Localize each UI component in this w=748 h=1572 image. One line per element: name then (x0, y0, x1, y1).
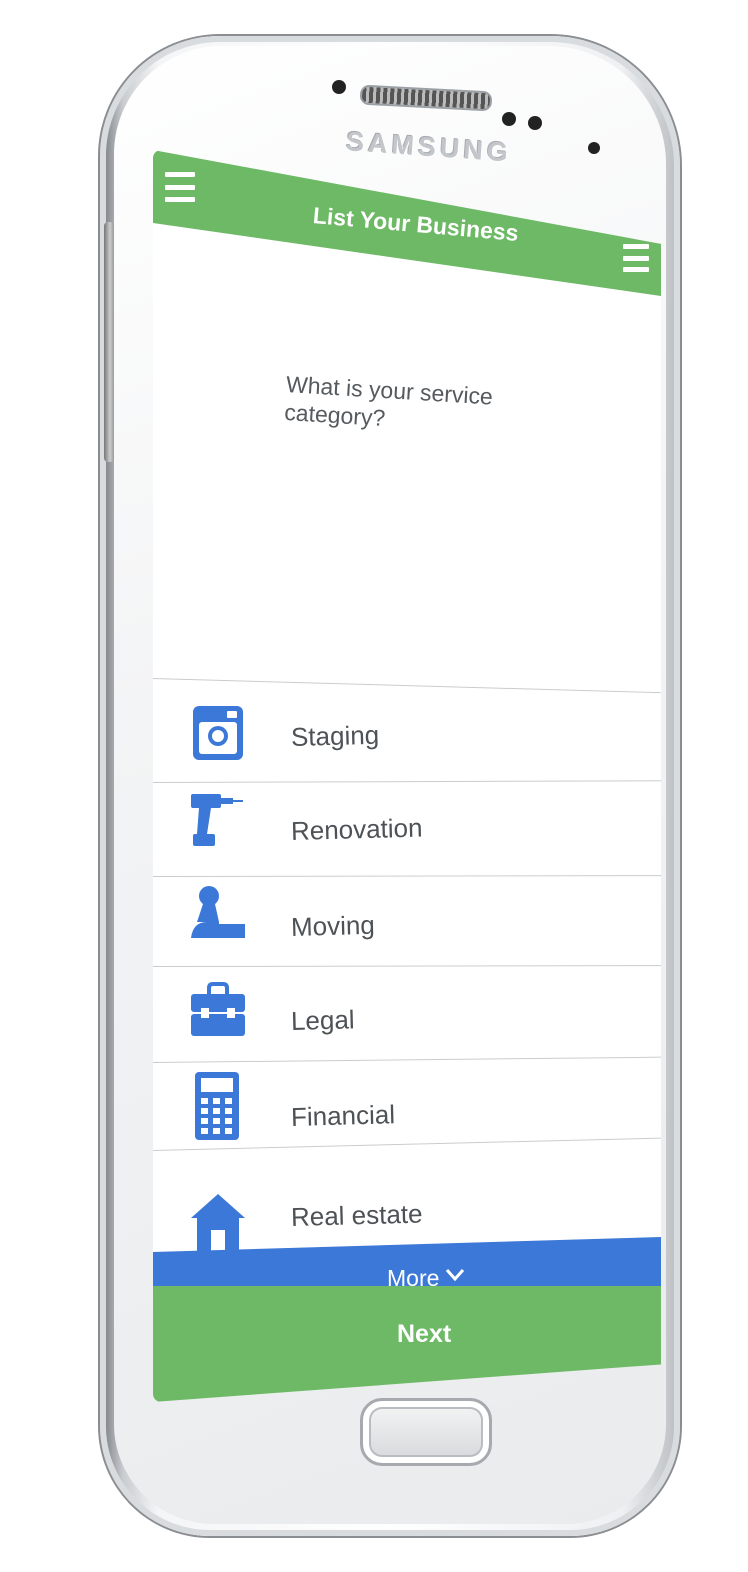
house-icon (191, 1194, 245, 1252)
category-label: Staging (290, 719, 380, 752)
list-item[interactable]: Renovation (153, 784, 661, 876)
hamburger-menu-icon[interactable] (623, 244, 649, 272)
chevron-down-icon (445, 1269, 465, 1282)
list-item[interactable]: Legal (153, 970, 661, 1062)
sensor-dot-icon (332, 80, 346, 94)
mover-icon (191, 886, 245, 938)
list-item[interactable]: Moving (153, 880, 661, 972)
divider (153, 875, 661, 877)
divider (153, 780, 661, 783)
briefcase-icon (191, 982, 245, 1036)
question-prompt: What is your service category? (283, 370, 494, 432)
hamburger-menu-icon[interactable] (165, 172, 195, 202)
list-item[interactable]: Staging (153, 682, 661, 774)
category-label: Legal (290, 1004, 355, 1036)
home-button[interactable] (360, 1398, 492, 1466)
list-item[interactable]: Financial (153, 1068, 661, 1160)
volume-button (104, 222, 114, 462)
front-sensor-icon (528, 116, 542, 130)
category-label: Renovation (290, 812, 423, 846)
drill-icon (191, 794, 243, 846)
front-camera-icon (502, 112, 516, 126)
next-label: Next (397, 1320, 452, 1348)
category-label: Financial (290, 1099, 396, 1132)
category-label: Real estate (290, 1198, 423, 1232)
proximity-sensor-icon (588, 142, 600, 154)
app-screen: List Your Business What is your service … (153, 150, 661, 1402)
category-label: Moving (290, 909, 376, 942)
camera-icon (193, 706, 243, 760)
calculator-icon (195, 1072, 239, 1140)
